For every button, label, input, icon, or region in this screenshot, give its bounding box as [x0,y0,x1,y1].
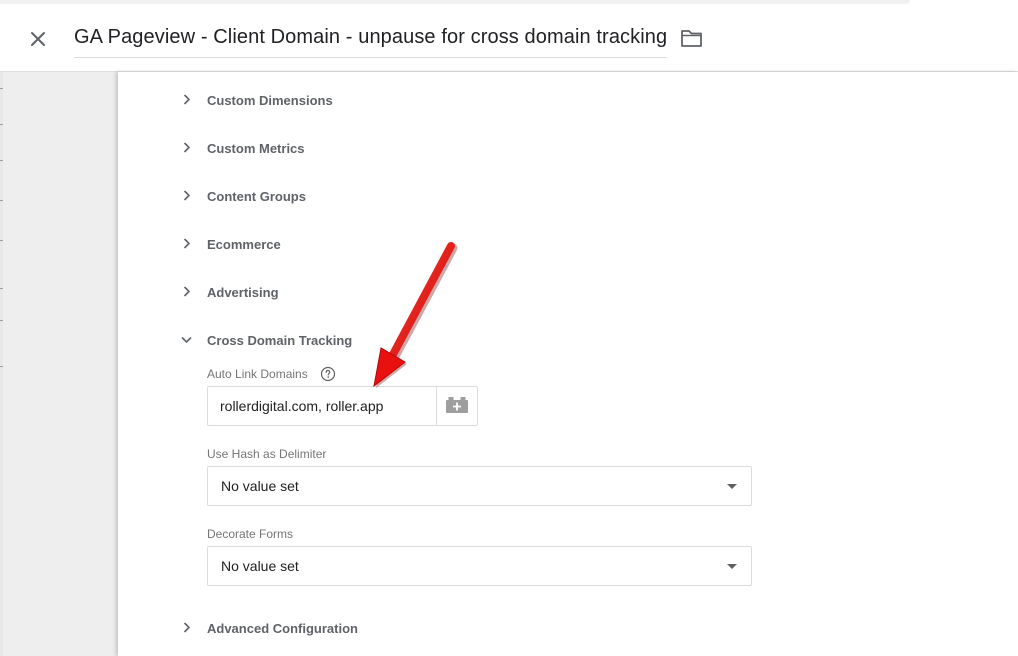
section-label: Advertising [207,284,279,300]
chevron-right-icon [183,190,191,201]
tag-name-title[interactable]: GA Pageview - Client Domain - unpause fo… [74,26,668,58]
section-content-groups[interactable]: Content Groups [177,184,306,208]
section-custom-dimensions[interactable]: Custom Dimensions [177,88,333,112]
close-button[interactable] [24,25,52,53]
section-label: Content Groups [207,188,306,204]
use-hash-delimiter-select[interactable]: No value set [207,466,752,506]
section-label: Custom Dimensions [207,92,333,108]
section-label: Advanced Configuration [207,620,358,636]
dropdown-caret-icon [727,484,737,489]
background-pane [3,72,118,656]
dropdown-caret-icon [727,564,737,569]
chevron-right-icon [183,286,191,297]
red-annotation-arrow [373,242,458,388]
tag-editor-header: GA Pageview - Client Domain - unpause fo… [0,8,1018,72]
close-icon [31,32,45,46]
decorate-forms-label: Decorate Forms [207,527,294,541]
folder-icon [681,30,702,47]
chevron-right-icon [183,142,191,153]
top-strip [0,0,1018,8]
section-label: Cross Domain Tracking [207,332,353,348]
chevron-down-icon [181,336,192,344]
chevron-right-icon [183,622,191,633]
section-custom-metrics[interactable]: Custom Metrics [177,136,305,160]
section-label: Custom Metrics [207,140,305,156]
help-icon[interactable] [320,366,336,382]
auto-link-domains-label: Auto Link Domains [207,367,308,381]
section-advanced-configuration[interactable]: Advanced Configuration [177,616,358,640]
chevron-right-icon [183,94,191,105]
section-cross-domain-tracking[interactable]: Cross Domain Tracking [177,328,352,352]
top-strip-shadow [0,0,910,4]
folder-button[interactable] [679,28,705,50]
section-ecommerce[interactable]: Ecommerce [177,232,281,256]
decorate-forms-select[interactable]: No value set [207,546,752,586]
select-value: No value set [221,558,299,574]
select-value: No value set [221,478,299,494]
chevron-right-icon [183,238,191,249]
use-hash-delimiter-label: Use Hash as Delimiter [207,447,327,461]
section-advertising[interactable]: Advertising [177,280,279,304]
section-label: Ecommerce [207,236,281,252]
